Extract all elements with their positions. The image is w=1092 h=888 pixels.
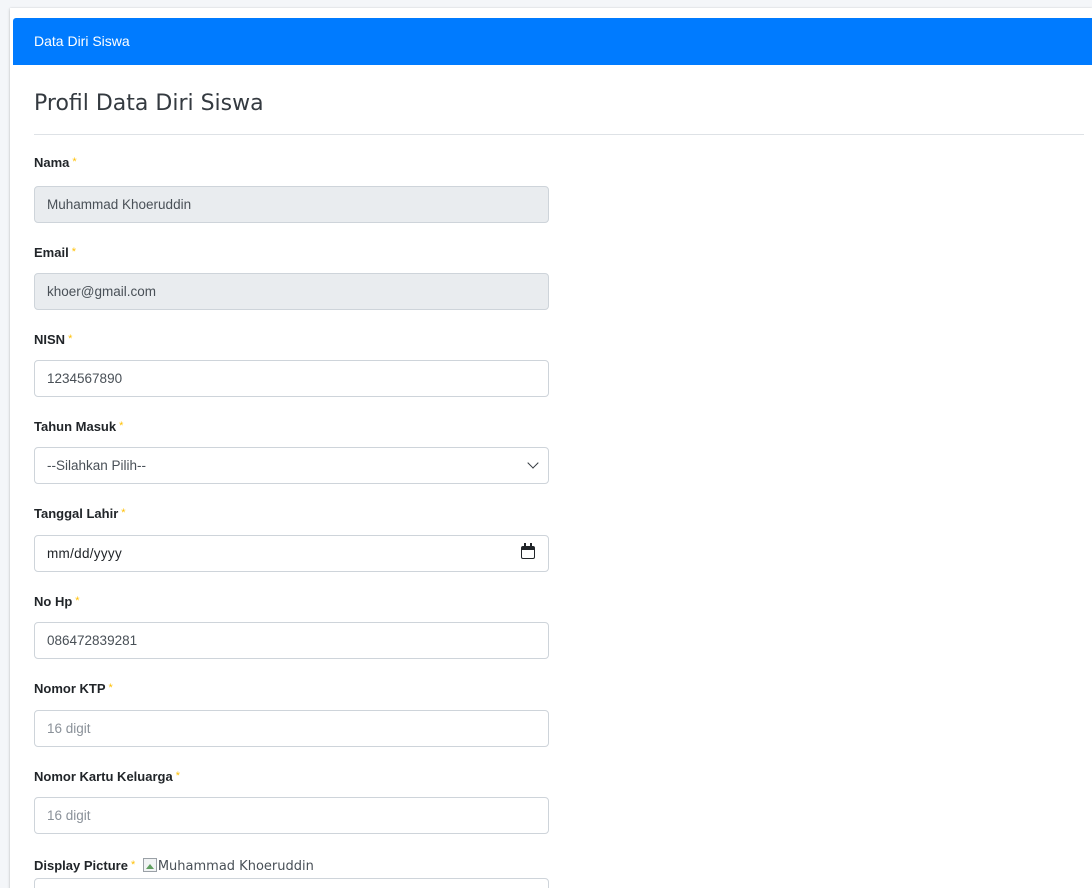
- page: Data Diri Siswa Profil Data Diri Siswa N…: [0, 0, 1092, 888]
- nomor-ktp-label-text: Nomor KTP: [34, 681, 106, 696]
- display-picture-image: Muhammad Khoeruddin: [142, 857, 314, 876]
- tahun-masuk-label: Tahun Masuk *: [34, 419, 123, 436]
- chevron-down-icon: [527, 457, 539, 469]
- required-marker: *: [108, 682, 113, 694]
- no-hp-label-text: No Hp: [34, 594, 73, 609]
- display-picture-label-text: Display Picture: [34, 858, 128, 873]
- card-header-title: Data Diri Siswa: [34, 33, 130, 49]
- nama-label-text: Nama: [34, 155, 70, 170]
- nama-field[interactable]: Muhammad Khoeruddin: [34, 186, 549, 223]
- required-marker: *: [75, 595, 80, 607]
- display-picture-input[interactable]: [34, 878, 549, 888]
- nisn-field[interactable]: 1234567890: [34, 360, 549, 397]
- profile-card: Data Diri Siswa Profil Data Diri Siswa N…: [10, 8, 1092, 888]
- nomor-kk-label: Nomor Kartu Keluarga *: [34, 769, 180, 786]
- required-marker: *: [72, 156, 77, 168]
- title-divider: [34, 134, 1084, 135]
- page-title: Profil Data Diri Siswa: [34, 91, 264, 116]
- email-field[interactable]: khoer@gmail.com: [34, 273, 549, 310]
- email-label-text: Email: [34, 245, 69, 260]
- display-picture-alt: Muhammad Khoeruddin: [157, 858, 314, 874]
- nomor-ktp-label: Nomor KTP *: [34, 681, 113, 698]
- nomor-ktp-field[interactable]: 16 digit: [34, 710, 549, 747]
- required-marker: *: [121, 507, 126, 519]
- required-marker: *: [119, 420, 124, 432]
- nisn-label: NISN *: [34, 332, 72, 349]
- no-hp-label: No Hp *: [34, 594, 80, 611]
- display-picture-row: Display Picture * Muhammad Khoeruddin: [34, 857, 314, 876]
- tanggal-lahir-field[interactable]: mm/dd/yyyy: [34, 535, 549, 572]
- calendar-icon[interactable]: [521, 543, 535, 559]
- tahun-masuk-selected: --Silahkan Pilih--: [47, 458, 147, 473]
- tanggal-lahir-placeholder: mm/dd/yyyy: [47, 546, 123, 561]
- tanggal-lahir-label: Tanggal Lahir *: [34, 506, 126, 523]
- email-label: Email *: [34, 245, 76, 262]
- tahun-masuk-label-text: Tahun Masuk: [34, 419, 117, 434]
- tanggal-lahir-label-text: Tanggal Lahir: [34, 506, 119, 521]
- no-hp-field[interactable]: 086472839281: [34, 622, 549, 659]
- broken-image-icon: [142, 857, 157, 872]
- tahun-masuk-select[interactable]: --Silahkan Pilih--: [34, 447, 549, 484]
- nomor-kk-label-text: Nomor Kartu Keluarga: [34, 769, 173, 784]
- required-marker: *: [71, 246, 76, 258]
- required-marker: *: [175, 770, 180, 782]
- required-marker: *: [68, 333, 73, 345]
- display-picture-label: Display Picture *: [34, 858, 135, 873]
- card-header: Data Diri Siswa: [13, 18, 1092, 65]
- required-marker: *: [130, 859, 136, 871]
- nisn-label-text: NISN: [34, 332, 66, 347]
- nomor-kk-field[interactable]: 16 digit: [34, 797, 549, 834]
- nama-label: Nama *: [34, 155, 77, 172]
